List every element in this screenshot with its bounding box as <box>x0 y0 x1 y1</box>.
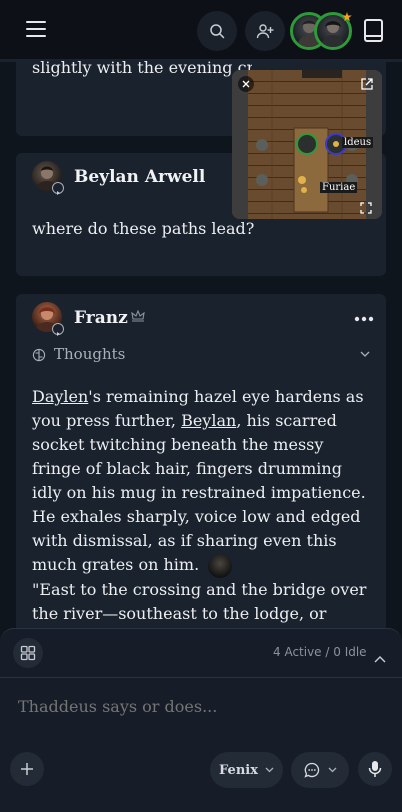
play-voice-icon[interactable] <box>52 323 64 336</box>
fullscreen-button[interactable] <box>360 199 376 215</box>
model-select[interactable]: Fenix <box>210 752 283 788</box>
book-icon <box>364 19 383 42</box>
message-text: where do these paths lead? <box>32 219 255 238</box>
message-text: slightly with the evening crowd. <box>32 58 252 77</box>
token-label: ldeus <box>342 137 374 148</box>
thoughts-toggle[interactable]: Thoughts <box>32 344 370 366</box>
character-link[interactable]: Beylan <box>181 411 236 430</box>
scene-button[interactable] <box>13 638 43 668</box>
chevron-down-icon <box>328 767 336 773</box>
external-link-icon <box>361 78 373 90</box>
microphone-button[interactable] <box>358 752 392 786</box>
author-name: Beylan Arwell <box>74 167 206 187</box>
fullscreen-icon <box>360 202 372 214</box>
top-bar <box>0 0 402 62</box>
brain-icon <box>32 348 46 362</box>
menu-icon[interactable] <box>26 21 46 39</box>
divider <box>0 677 402 678</box>
inline-avatar[interactable] <box>208 553 233 578</box>
add-user-button[interactable] <box>245 11 285 51</box>
play-voice-icon[interactable] <box>52 182 64 195</box>
more-horizontal-icon <box>354 316 374 322</box>
message-input[interactable] <box>18 691 384 721</box>
more-options-button[interactable] <box>354 307 374 322</box>
open-external-button[interactable] <box>360 76 376 92</box>
book-button[interactable] <box>362 18 386 44</box>
thoughts-label: Thoughts <box>54 345 126 363</box>
add-button[interactable] <box>10 752 44 786</box>
microphone-icon <box>368 761 382 777</box>
map-popup[interactable]: ldeus Furiae <box>232 70 382 219</box>
chat-bubble-icon <box>303 762 319 778</box>
text-span: , his scarred socket twitching beneath t… <box>32 411 366 574</box>
search-button[interactable] <box>197 11 237 51</box>
composer-panel: 4 Active / 0 Idle Fenix <box>0 628 402 812</box>
chevron-down-icon <box>265 767 274 773</box>
model-label: Fenix <box>219 762 258 778</box>
close-icon <box>242 80 250 88</box>
close-map-button[interactable] <box>238 76 254 92</box>
chevron-up-icon <box>374 656 386 663</box>
chevron-down-icon <box>360 351 370 357</box>
crown-icon <box>131 310 145 322</box>
author-name: Franz <box>74 308 128 328</box>
token-label: Furiae <box>320 182 358 193</box>
search-icon <box>210 24 225 39</box>
message-card-franz: Franz Thoughts Daylen's remaining hazel … <box>16 294 386 671</box>
add-user-icon <box>256 24 274 39</box>
character-link[interactable]: Daylen <box>32 387 88 406</box>
message-mode-select[interactable] <box>291 752 349 788</box>
collapse-button[interactable] <box>374 648 386 667</box>
layout-grid-icon <box>20 645 36 661</box>
status-text: 4 Active / 0 Idle <box>273 645 367 659</box>
plus-icon <box>21 763 33 775</box>
